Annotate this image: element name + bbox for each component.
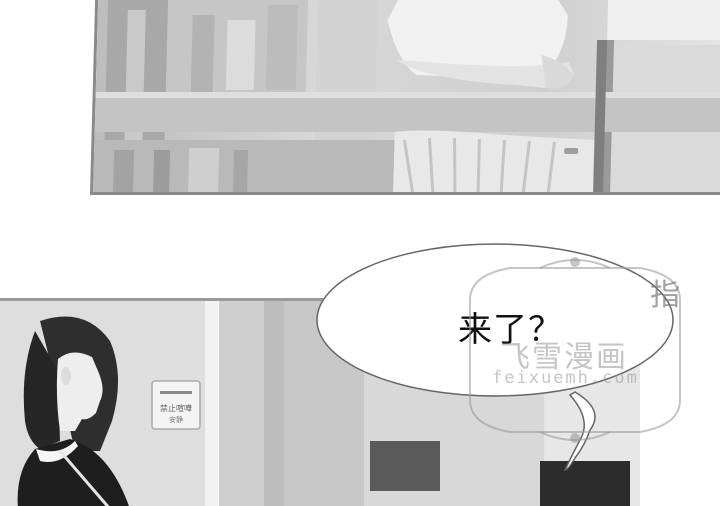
watermark-url: feixuemh.com bbox=[492, 368, 639, 388]
speech-bubble bbox=[316, 243, 674, 471]
watermark-side-text: 指 bbox=[650, 278, 680, 313]
